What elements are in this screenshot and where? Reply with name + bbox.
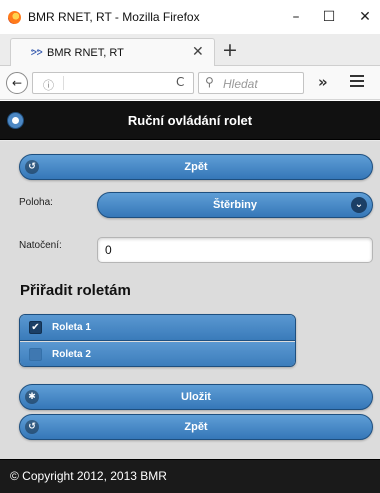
back-button-label: Zpět: [184, 161, 208, 173]
tab-bmr-rnet[interactable]: ᕗᕗ BMR RNET, RT ✕: [10, 38, 215, 66]
roleta-1-checkbox[interactable]: ✔ Roleta 1: [20, 315, 295, 341]
search-icon: ⚲: [205, 75, 214, 89]
roleta-2-label: Roleta 2: [52, 349, 91, 360]
tab-strip: ᕗᕗ BMR RNET, RT ✕ +: [0, 34, 380, 66]
back-button-label: Zpět: [184, 421, 208, 433]
firefox-logo-icon: [8, 11, 21, 24]
navigation-bar: ← ⓘ C ⚲ Hledat »: [0, 66, 380, 100]
reload-icon[interactable]: C: [176, 75, 184, 89]
search-input[interactable]: ⚲ Hledat: [198, 72, 304, 94]
back-button-bottom[interactable]: ↺ Zpět: [19, 414, 373, 440]
roleta-checkbox-group: ✔ Roleta 1 Roleta 2: [19, 314, 296, 367]
back-arrow-icon: ↺: [25, 160, 39, 174]
page-title: Ruční ovládání rolet: [127, 113, 253, 128]
tab-title: BMR RNET, RT: [47, 47, 124, 59]
roleta-1-label: Roleta 1: [52, 322, 91, 333]
natoceni-input[interactable]: 0: [97, 237, 373, 263]
info-icon[interactable]: ⓘ: [43, 77, 54, 93]
poloha-selected-value: Štěrbiny: [212, 199, 257, 211]
url-separator: [63, 76, 64, 90]
back-arrow-icon: ↺: [25, 420, 39, 434]
natoceni-label: Natočení:: [19, 240, 62, 251]
page: Ruční ovládání rolet ↺ Zpět Poloha: Štěr…: [0, 101, 380, 493]
back-button-top[interactable]: ↺ Zpět: [19, 154, 373, 180]
tab-close-icon[interactable]: ✕: [192, 44, 204, 60]
save-button-label: Uložit: [181, 391, 211, 403]
poloha-select[interactable]: Štěrbiny ⌄: [97, 192, 373, 218]
section-title: Přiřadit roletám: [20, 282, 131, 299]
save-button[interactable]: ✱ Uložit: [19, 384, 373, 410]
close-window-button[interactable]: ✕: [350, 6, 380, 28]
page-footer: © Copyright 2012, 2013 BMR: [0, 459, 380, 493]
page-content: ↺ Zpět Poloha: Štěrbiny ⌄ Natočení: 0 Př…: [0, 141, 380, 459]
roleta-2-checkbox[interactable]: Roleta 2: [20, 342, 295, 366]
checkmark-icon: ✔: [29, 321, 42, 334]
maximize-button[interactable]: ☐: [314, 6, 344, 28]
poloha-label: Poloha:: [19, 197, 53, 208]
overflow-chevron-icon[interactable]: »: [318, 73, 328, 91]
window-titlebar: BMR RNET, RT - Mozilla Firefox – ☐ ✕: [0, 0, 380, 34]
window-title: BMR RNET, RT - Mozilla Firefox: [28, 10, 200, 24]
minimize-button[interactable]: –: [281, 6, 311, 28]
hamburger-menu-icon[interactable]: [350, 75, 364, 87]
gear-icon: ✱: [25, 390, 39, 404]
url-bar[interactable]: ⓘ: [32, 72, 194, 94]
search-placeholder: Hledat: [223, 77, 258, 91]
new-tab-button[interactable]: +: [222, 40, 238, 60]
chevron-down-icon: ⌄: [351, 197, 367, 213]
page-header: Ruční ovládání rolet: [0, 101, 380, 140]
copyright-text: © Copyright 2012, 2013 BMR: [10, 469, 167, 483]
back-arrow-icon[interactable]: ←: [6, 72, 28, 94]
site-favicon-icon: ᕗᕗ: [31, 48, 43, 57]
unchecked-box-icon: [29, 348, 42, 361]
